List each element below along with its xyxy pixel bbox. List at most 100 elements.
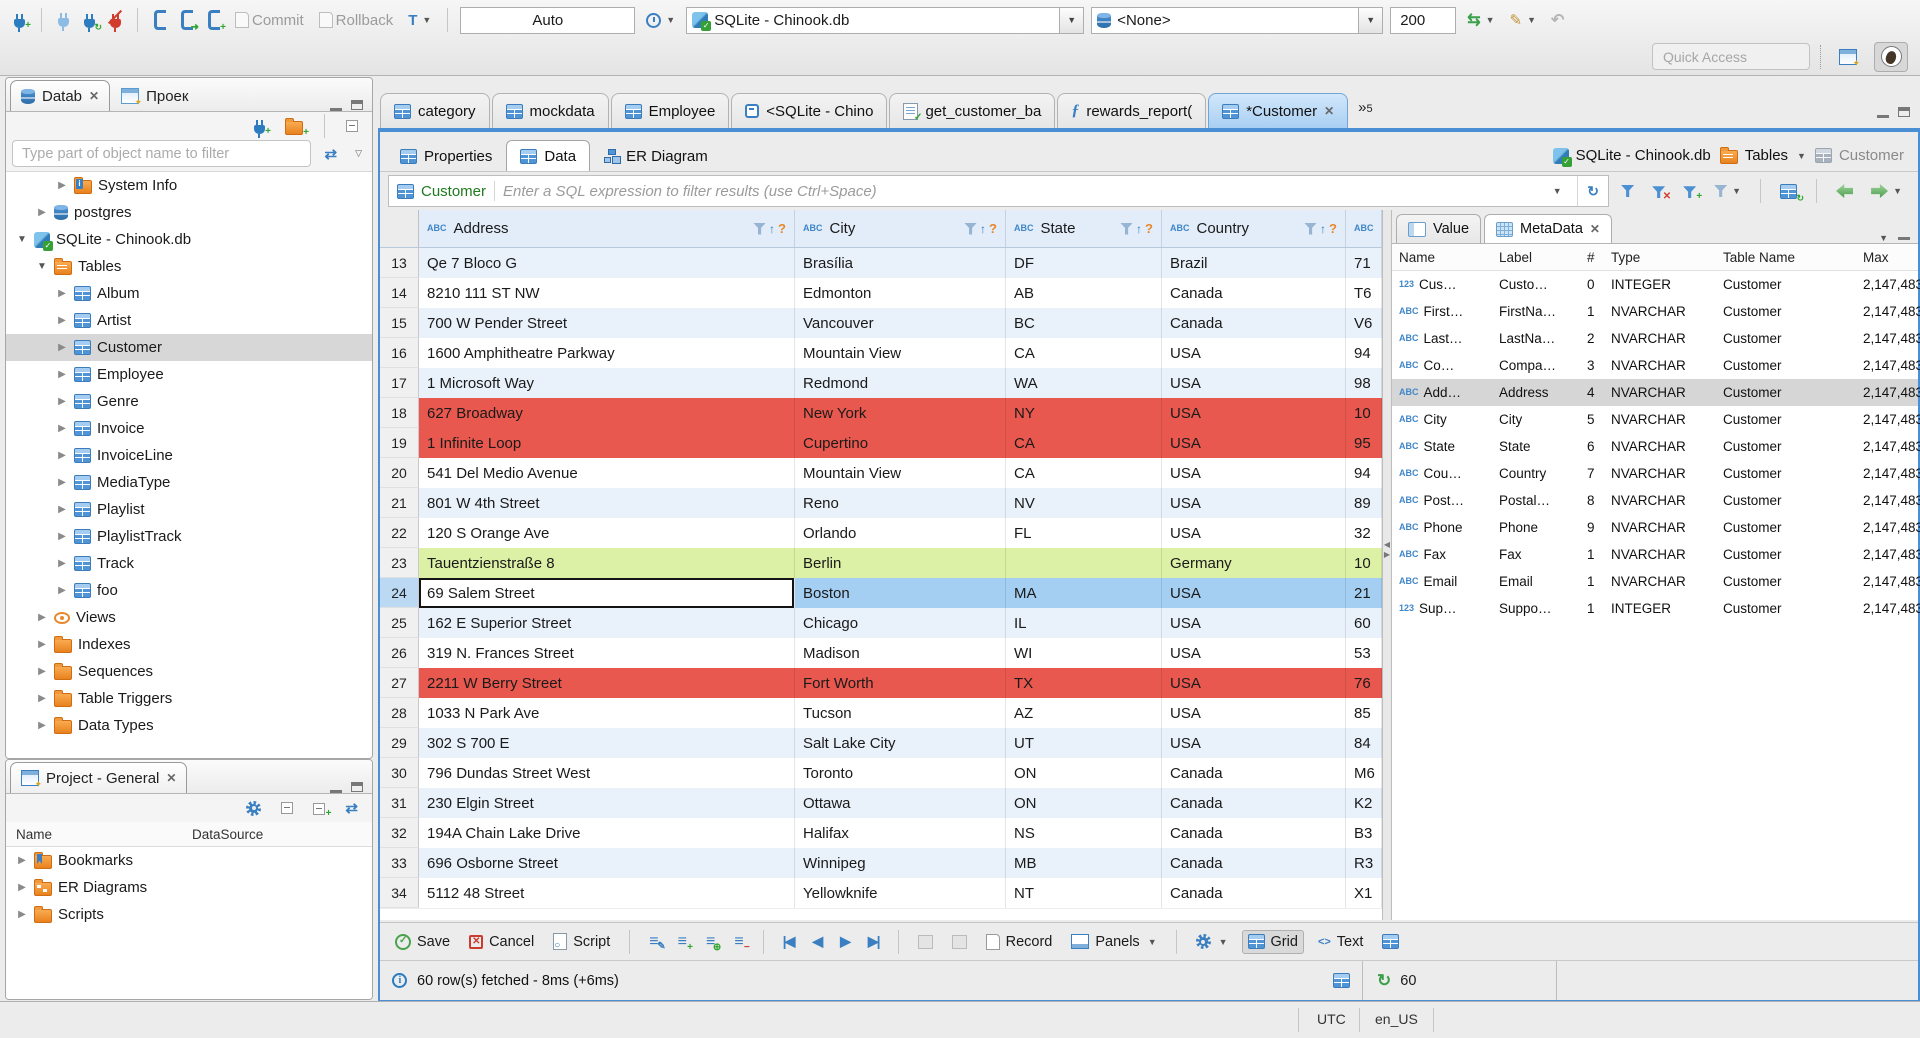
chevron-collapsed-icon[interactable]: ▶	[36, 207, 48, 218]
cell[interactable]: Boston	[795, 578, 1006, 608]
cell[interactable]: FL	[1006, 518, 1162, 548]
row-number[interactable]: 33	[380, 848, 419, 878]
schema-dropdown-button[interactable]: ▼	[1358, 7, 1383, 33]
cell[interactable]: USA	[1162, 368, 1346, 398]
cell[interactable]: NV	[1006, 488, 1162, 518]
metadata-row-suppo[interactable]: Sup… Suppo… 1 INTEGER Customer 2,147,483	[1392, 595, 1920, 622]
chevron-collapsed-icon[interactable]: ▶	[56, 342, 68, 353]
metadata-row-custo[interactable]: Cus… Custo… 0 INTEGER Customer 2,147,483	[1392, 271, 1920, 298]
cancel-button[interactable]: Cancel	[464, 931, 539, 953]
maximize-icon[interactable]	[351, 100, 363, 110]
cell[interactable]: Vancouver	[795, 308, 1006, 338]
cell[interactable]: USA	[1162, 518, 1346, 548]
cell[interactable]: 194A Chain Lake Drive	[419, 818, 795, 848]
cell[interactable]: Orlando	[795, 518, 1006, 548]
cell[interactable]: AZ	[1006, 698, 1162, 728]
breadcrumb-connection[interactable]: SQLite - Chinook.db	[1552, 147, 1711, 167]
minimize-icon[interactable]	[330, 108, 342, 111]
cell[interactable]: 700 W Pender Street	[419, 308, 795, 338]
metadata-row-country[interactable]: Cou… Country 7 NVARCHAR Customer 2,147,483	[1392, 460, 1920, 487]
metadata-row-postal[interactable]: Post… Postal… 8 NVARCHAR Customer 2,147,483	[1392, 487, 1920, 514]
tree-item-data-types[interactable]: ▶ Data Types	[6, 712, 372, 739]
nav-new-connection-button[interactable]: +	[250, 115, 271, 139]
meta-column-max[interactable]: Max	[1856, 250, 1920, 265]
transaction-mode-button[interactable]: T ▼	[404, 9, 435, 32]
cell[interactable]: Canada	[1162, 878, 1346, 908]
connection-dropdown-button[interactable]: ▼	[1059, 7, 1084, 33]
row-number[interactable]: 22	[380, 518, 419, 548]
row-number[interactable]: 20	[380, 458, 419, 488]
cell[interactable]: 120 S Orange Ave	[419, 518, 795, 548]
panel-splitter[interactable]: ◀ ▶	[1382, 210, 1392, 920]
locale-indicator[interactable]: en_US	[1375, 1011, 1418, 1027]
chevron-collapsed-icon[interactable]: ▶	[16, 882, 28, 893]
commit-button[interactable]: Commit	[231, 9, 308, 32]
table-row[interactable]: 16 1600 Amphitheatre Parkway Mountain View…	[380, 338, 1382, 368]
cell[interactable]: IL	[1006, 608, 1162, 638]
chevron-collapsed-icon[interactable]: ▶	[36, 720, 48, 731]
cell[interactable]: USA	[1162, 608, 1346, 638]
row-number[interactable]: 34	[380, 878, 419, 908]
cell[interactable]: Winnipeg	[795, 848, 1006, 878]
project-item-scripts[interactable]: ▶ Scripts	[6, 901, 372, 928]
cell[interactable]: USA	[1162, 638, 1346, 668]
table-row[interactable]: 32 194A Chain Lake Drive Halifax NS Canada B3	[380, 818, 1382, 848]
tree-item-playlist[interactable]: ▶ Playlist	[6, 496, 372, 523]
project-item-er-diagrams[interactable]: ▶ ER Diagrams	[6, 874, 372, 901]
tree-item-sequences[interactable]: ▶ Sequences	[6, 658, 372, 685]
sql-filter-input[interactable]: Enter a SQL expression to filter results…	[503, 183, 877, 200]
remove-filter-button[interactable]: ✕	[1648, 180, 1671, 202]
cell[interactable]: Tauentzienstraße 8	[419, 548, 795, 578]
connection-select[interactable]: SQLite - Chinook.db ▼	[686, 6, 1085, 34]
link-with-editor-button[interactable]: ⇄	[321, 142, 342, 166]
cell[interactable]: USA	[1162, 338, 1346, 368]
nav-new-folder-button[interactable]: +	[281, 114, 309, 138]
cell[interactable]: 1 Microsoft Way	[419, 368, 795, 398]
transaction-log-button[interactable]	[150, 7, 170, 33]
tree-item-playlisttrack[interactable]: ▶ PlaylistTrack	[6, 523, 372, 550]
subtab-properties[interactable]: Properties	[386, 140, 506, 171]
meta-column-label[interactable]: Label	[1492, 250, 1580, 265]
row-number[interactable]: 32	[380, 818, 419, 848]
row-number[interactable]: 17	[380, 368, 419, 398]
maximize-icon[interactable]	[1898, 107, 1910, 117]
connect-button[interactable]	[54, 10, 73, 31]
view-menu-button[interactable]: ▽	[351, 145, 366, 162]
cell[interactable]: 1600 Amphitheatre Parkway	[419, 338, 795, 368]
tree-item-postgres[interactable]: ▶ postgres	[6, 199, 372, 226]
table-row[interactable]: 34 5112 48 Street Yellowknife NT Canada X1	[380, 878, 1382, 908]
minimize-icon[interactable]	[330, 790, 342, 793]
chevron-collapsed-icon[interactable]: ▶	[56, 369, 68, 380]
record-mode-button[interactable]: Record	[981, 931, 1058, 953]
row-number[interactable]: 21	[380, 488, 419, 518]
cell[interactable]: Tucson	[795, 698, 1006, 728]
project-item-bookmarks[interactable]: ▶ Bookmarks	[6, 847, 372, 874]
row-number[interactable]: 15	[380, 308, 419, 338]
filter-history-dropdown[interactable]: ▼	[1545, 176, 1569, 206]
table-row[interactable]: 27 2211 W Berry Street Fort Worth TX USA 76	[380, 668, 1382, 698]
chevron-collapsed-icon[interactable]: ▶	[56, 180, 68, 191]
table-row[interactable]: 33 696 Osborne Street Winnipeg MB Canada R3	[380, 848, 1382, 878]
tree-item-views[interactable]: ▶ Views	[6, 604, 372, 631]
cell[interactable]: Mountain View	[795, 458, 1006, 488]
tab-value[interactable]: Value	[1396, 214, 1482, 243]
tree-item-invoice[interactable]: ▶ Invoice	[6, 415, 372, 442]
cell[interactable]: B3	[1346, 818, 1382, 848]
cell[interactable]: 796 Dundas Street West	[419, 758, 795, 788]
column-header-city[interactable]: City ↑?	[795, 210, 1006, 247]
dbeaver-perspective-button[interactable]	[1874, 41, 1908, 72]
cell[interactable]: Fort Worth	[795, 668, 1006, 698]
table-row[interactable]: 13 Qe 7 Bloco G Brasília DF Brazil 71	[380, 248, 1382, 278]
cell[interactable]: NY	[1006, 398, 1162, 428]
minimize-icon[interactable]	[1877, 115, 1889, 118]
fetch-page-icon[interactable]	[1333, 973, 1350, 988]
close-icon[interactable]: ✕	[89, 89, 99, 103]
metadata-row-firstna[interactable]: First… FirstNa… 1 NVARCHAR Customer 2,147,483	[1392, 298, 1920, 325]
fetch-size-input[interactable]: 200	[1390, 6, 1457, 34]
text-mode-button[interactable]: <> Text	[1313, 931, 1368, 953]
column-header-partial[interactable]	[1346, 210, 1382, 247]
cell[interactable]: 319 N. Frances Street	[419, 638, 795, 668]
schema-select[interactable]: <None> ▼	[1091, 6, 1384, 34]
metadata-row-fax[interactable]: Fax Fax 1 NVARCHAR Customer 2,147,483	[1392, 541, 1920, 568]
cell[interactable]: Canada	[1162, 758, 1346, 788]
